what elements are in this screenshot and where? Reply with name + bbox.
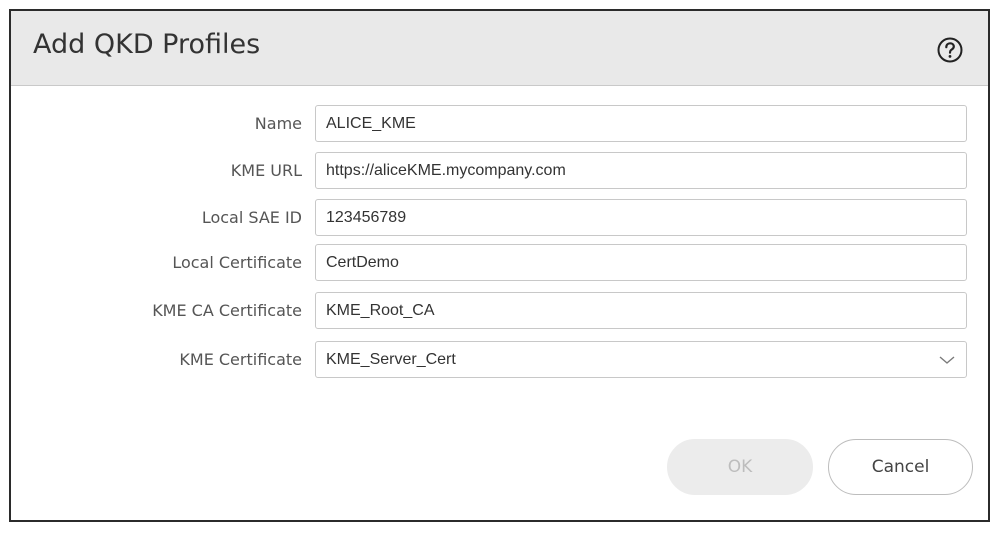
kme-certificate-row: KME Certificate KME_Server_Cert: [11, 341, 988, 379]
chevron-down-icon[interactable]: [938, 353, 956, 367]
local-sae-id-value: 123456789: [326, 209, 407, 226]
kme-ca-certificate-row: KME CA Certificate KME_Root_CA: [11, 292, 988, 330]
cancel-button[interactable]: Cancel: [828, 439, 973, 495]
kme-certificate-label: KME Certificate: [179, 350, 302, 369]
add-qkd-profiles-dialog: Add QKD Profiles Name ALICE_KME KME URL …: [9, 9, 990, 522]
name-label: Name: [254, 114, 302, 133]
help-icon[interactable]: [936, 36, 964, 64]
name-value: ALICE_KME: [326, 115, 416, 132]
dialog-title: Add QKD Profiles: [33, 29, 261, 60]
kme-ca-certificate-input[interactable]: KME_Root_CA: [315, 292, 967, 329]
kme-url-row: KME URL https://aliceKME.mycompany.com: [11, 152, 988, 190]
name-input[interactable]: ALICE_KME: [315, 105, 967, 142]
kme-certificate-select[interactable]: KME_Server_Cert: [315, 341, 967, 378]
kme-ca-certificate-label: KME CA Certificate: [152, 301, 302, 320]
name-row: Name ALICE_KME: [11, 105, 988, 143]
ok-button[interactable]: OK: [667, 439, 813, 495]
kme-url-input[interactable]: https://aliceKME.mycompany.com: [315, 152, 967, 189]
kme-url-label: KME URL: [230, 161, 302, 180]
dialog-header: Add QKD Profiles: [11, 11, 988, 86]
local-certificate-row: Local Certificate CertDemo: [11, 244, 988, 282]
local-certificate-label: Local Certificate: [172, 253, 302, 272]
local-sae-id-label: Local SAE ID: [201, 208, 302, 227]
local-certificate-input[interactable]: CertDemo: [315, 244, 967, 281]
local-certificate-value: CertDemo: [326, 254, 399, 271]
local-sae-id-row: Local SAE ID 123456789: [11, 199, 988, 237]
kme-ca-certificate-value: KME_Root_CA: [326, 302, 435, 319]
kme-certificate-value: KME_Server_Cert: [326, 351, 456, 368]
local-sae-id-input[interactable]: 123456789: [315, 199, 967, 236]
kme-url-value: https://aliceKME.mycompany.com: [326, 162, 566, 179]
